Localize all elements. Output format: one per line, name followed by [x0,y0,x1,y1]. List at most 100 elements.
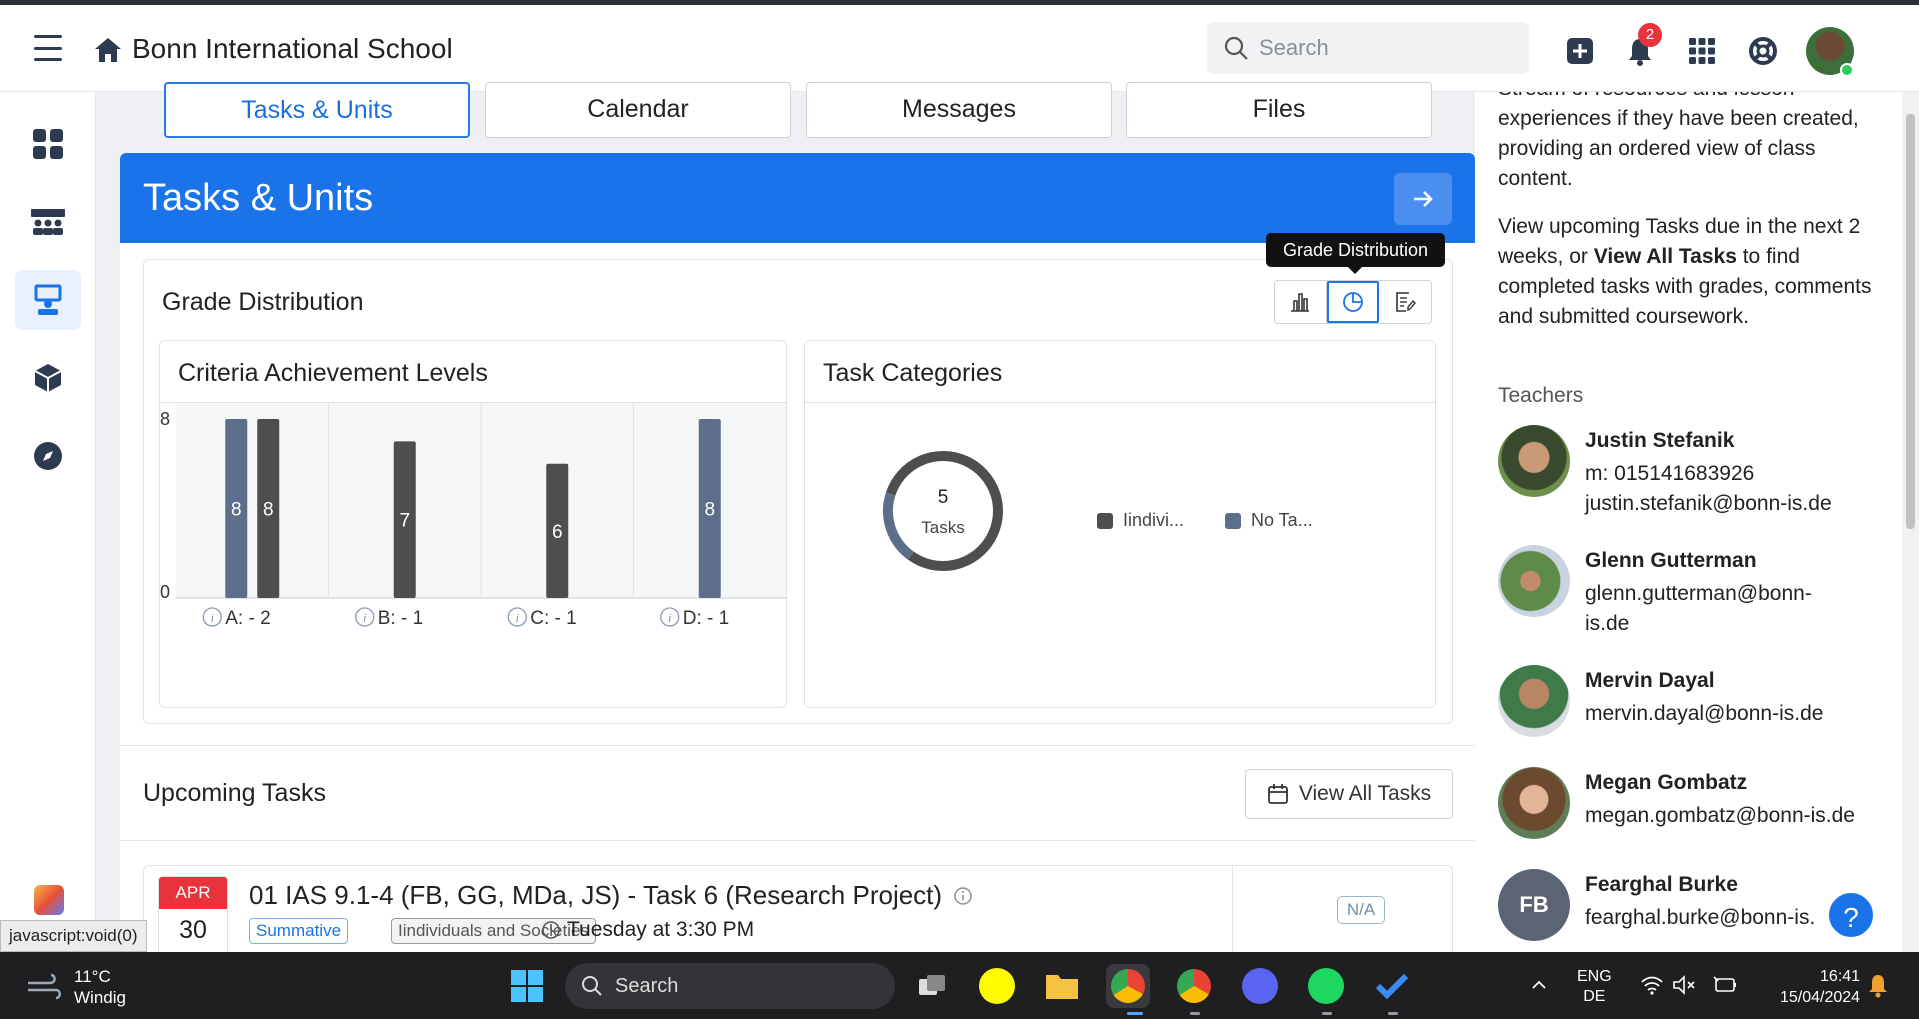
teacher-email[interactable]: glenn.gutterman@bonn- [1585,579,1812,609]
system-clock[interactable]: 16:41 15/04/2024 [1780,966,1860,1008]
taskbar-search-label: Search [615,974,679,997]
x-tick-label: C: - 1 [530,608,576,629]
legend-swatch [1097,512,1113,529]
todo-icon[interactable] [1370,964,1414,1008]
battery-icon[interactable] [1712,975,1738,995]
windows-taskbar: 11°C Windig Search ENG DE 16:41 15/04/20… [0,952,1919,1019]
task-view-icon[interactable] [910,964,954,1008]
chrome-profile-1-icon[interactable] [1106,964,1150,1008]
add-icon[interactable] [1564,35,1596,67]
app-logo-icon[interactable] [34,885,64,915]
discord-icon[interactable] [1238,964,1282,1008]
view-all-tasks-link[interactable]: View All Tasks [1594,245,1737,268]
chrome-profile-2-icon[interactable] [1172,964,1216,1008]
grade-distribution-title: Grade Distribution [162,288,364,316]
x-tick-label: A: - 2 [225,608,270,629]
teacher-email[interactable]: justin.stefanik@bonn-is.de [1585,489,1832,519]
bar-chart-icon [1291,293,1310,312]
grade-distribution-tooltip: Grade Distribution [1266,233,1445,274]
left-sidebar [0,92,96,952]
bar-view-button[interactable] [1275,281,1327,323]
bar-value-label: 8 [263,500,274,521]
weather-widget[interactable]: 11°C Windig [26,966,126,1008]
legend-label: No Ta... [1251,510,1313,530]
tab-calendar[interactable]: Calendar [485,82,791,138]
search-icon [582,976,602,996]
school-name[interactable]: Bonn International School [132,33,453,65]
chevron-up-icon[interactable] [1530,976,1548,994]
pie-view-button[interactable] [1326,281,1380,323]
tab-messages[interactable]: Messages [806,82,1112,138]
bar-value-label: 8 [231,500,242,521]
top-header: Bonn International School 2 [0,5,1919,92]
task-categories-donut: 5 Tasks [883,451,1003,571]
chrome-logo-icon [1111,969,1145,1003]
wifi-icon[interactable] [1640,974,1664,996]
sidebar-item-teaching[interactable] [15,270,81,330]
tab-tasks-units[interactable]: Tasks & Units [164,82,470,138]
tab-files[interactable]: Files [1126,82,1432,138]
report-view-button[interactable] [1379,281,1431,323]
teacher-email[interactable]: mervin.dayal@bonn-is.de [1585,699,1823,729]
info-icon-glyph: i [668,610,672,625]
bar-value-label: 8 [704,500,715,521]
teacher-avatar [1498,545,1570,617]
help-lifebuoy-icon[interactable] [1747,35,1779,67]
task-title[interactable]: 01 IAS 9.1-4 (FB, GG, MDa, JS) - Task 6 … [249,880,973,911]
snapchat-icon[interactable] [975,964,1019,1008]
page-scrollbar[interactable] [1902,92,1919,952]
taskbar-search[interactable]: Search [565,963,895,1009]
info-icon-glyph: i [515,610,519,625]
tasks-units-card: Tasks & Units Grade Distribution Criteri… [120,153,1475,953]
spotify-icon[interactable] [1304,964,1348,1008]
sidebar-item-resources[interactable] [15,348,81,408]
teacher-email[interactable]: megan.gombatz@bonn-is.de [1585,801,1855,831]
open-section-button[interactable] [1394,173,1452,225]
divider [120,745,1475,746]
teacher-avatar [1498,767,1570,839]
legend-item[interactable]: No Ta... [1225,510,1313,531]
menu-icon[interactable] [34,35,62,61]
task-categories-title: Task Categories [823,359,1003,387]
upcoming-tasks-title: Upcoming Tasks [143,779,326,807]
task-row[interactable]: APR 30 01 IAS 9.1-4 (FB, GG, MDa, JS) - … [143,865,1453,953]
apps-grid-icon[interactable] [1686,35,1718,67]
keyboard-layout: DE [1583,988,1606,1005]
sidebar-item-dashboard[interactable] [15,114,81,174]
teacher-email[interactable]: is.de [1585,609,1629,639]
file-explorer-icon[interactable] [1040,964,1084,1008]
view-all-tasks-button[interactable]: View All Tasks [1245,769,1453,819]
task-type-tag: Summative [249,918,349,944]
criteria-chart-card: Criteria Achievement Levels 0 8 8 8 i A: - 27… [159,340,787,708]
pie-chart-icon [1343,292,1363,312]
help-question-button[interactable]: ? [1826,890,1876,940]
notification-badge: 2 [1638,23,1662,47]
bar-value-label: 7 [399,511,410,532]
notification-bell-icon[interactable] [1866,972,1890,998]
speaker-muted-icon[interactable] [1672,974,1696,996]
language-code: ENG [1577,968,1612,985]
discord-logo-icon [1242,968,1278,1004]
home-icon[interactable] [92,35,124,65]
windows-logo-icon [511,970,543,1002]
y-tick-label: 0 [160,582,170,602]
info-icon[interactable] [953,886,973,906]
divider [120,840,1475,841]
teacher-email[interactable]: fearghal.burke@bonn-is. [1585,903,1815,933]
sidebar-item-classes[interactable] [15,192,81,252]
search-box[interactable] [1207,22,1529,74]
x-tick-label: D: - 1 [683,608,729,629]
search-input[interactable] [1259,35,1499,61]
clock-time: 16:41 [1820,968,1861,985]
legend-item[interactable]: Iindivi... [1097,510,1184,531]
spotify-logo-icon [1308,968,1344,1004]
donut-slice[interactable] [883,492,914,560]
language-indicator[interactable]: ENG DE [1577,967,1612,1007]
wind-icon [28,973,61,1000]
sidebar-item-explore[interactable] [15,426,81,486]
windows-start-icon[interactable] [505,964,549,1008]
task-month: APR [159,877,227,909]
scrollbar-thumb[interactable] [1906,114,1915,529]
classroom-icon [31,209,65,235]
cube-icon [34,364,62,392]
